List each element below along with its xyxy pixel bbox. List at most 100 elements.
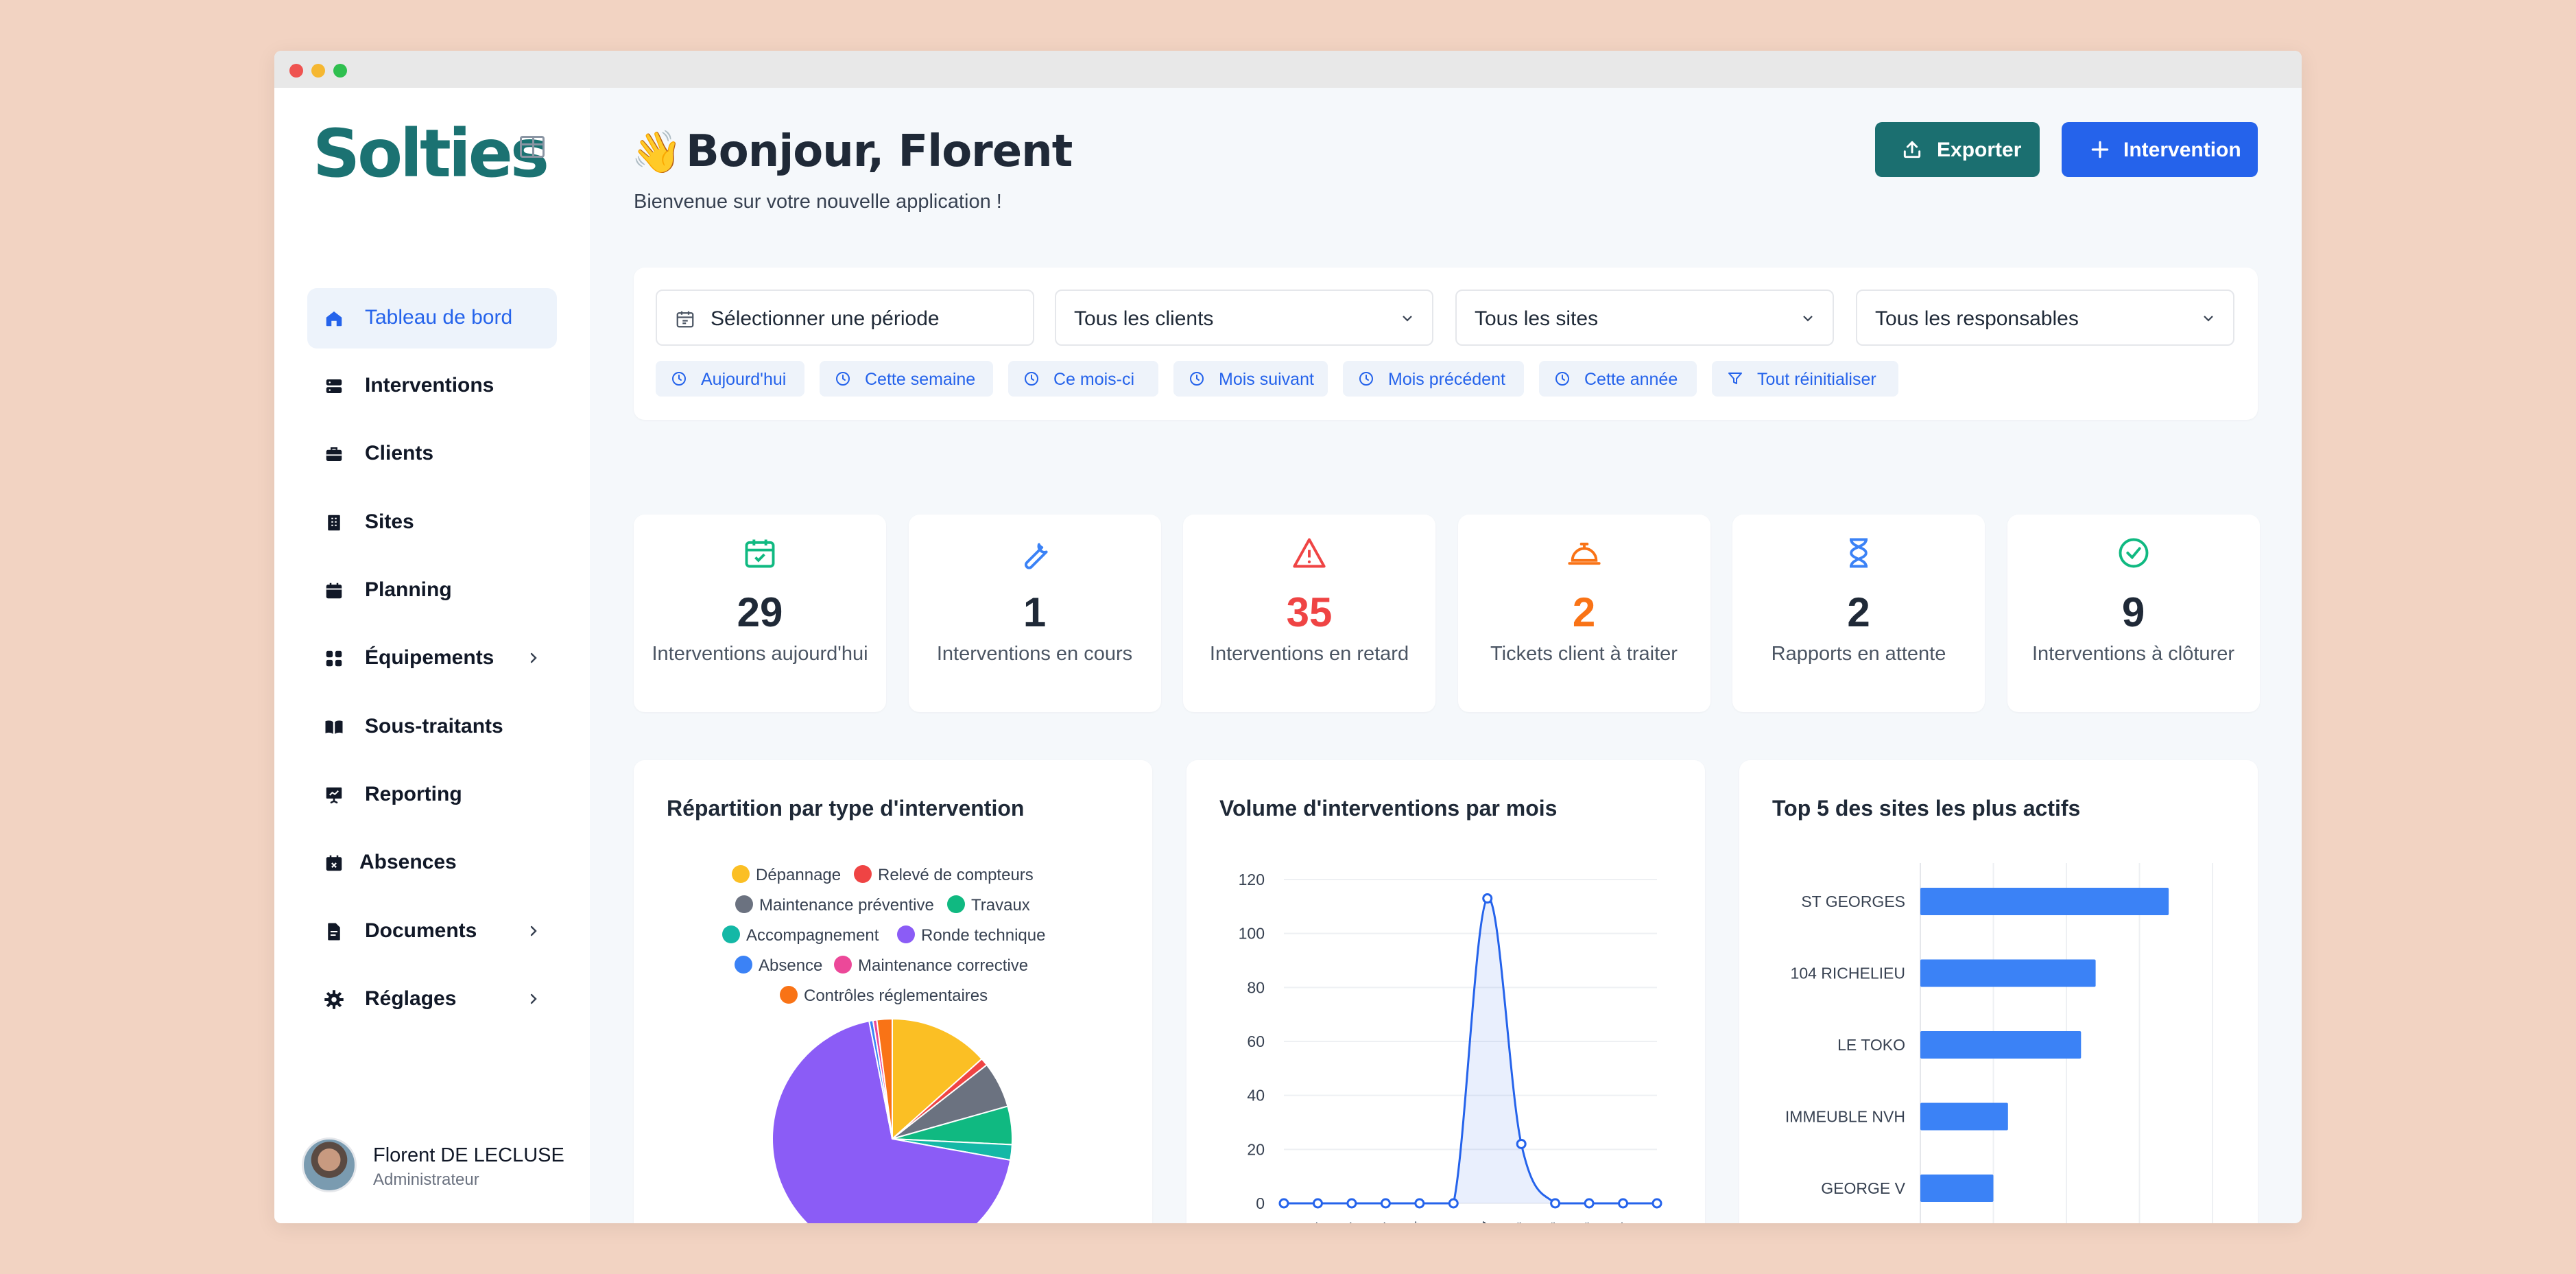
sidebar-item-label: Interventions xyxy=(365,374,494,397)
data-point[interactable] xyxy=(1380,1198,1391,1209)
clock-icon xyxy=(1025,372,1038,386)
chip-1[interactable]: Cette semaine xyxy=(820,361,993,397)
x-tick-label: Jan xyxy=(1264,1219,1292,1223)
legend-label: Ronde technique xyxy=(921,926,1045,945)
chip-6[interactable]: Tout réinitialiser xyxy=(1712,361,1898,397)
legend-label: Maintenance préventive xyxy=(759,896,934,915)
chip-label: Tout réinitialiser xyxy=(1757,370,1876,389)
sidebar-item-label: Absences xyxy=(359,851,457,873)
stat-card[interactable]: 35 Interventions en retard xyxy=(1183,515,1435,712)
data-point[interactable] xyxy=(1278,1198,1289,1209)
legend-swatch xyxy=(732,865,750,883)
sidebar-item-calendar-x[interactable]: Absences xyxy=(307,833,557,893)
bar[interactable] xyxy=(1920,888,2169,915)
x-tick-label: Juil xyxy=(1468,1219,1495,1223)
sidebar-item-server[interactable]: Interventions xyxy=(307,356,557,416)
bar[interactable] xyxy=(1920,1175,1994,1202)
stat-value: 35 xyxy=(1286,589,1333,635)
legend-swatch xyxy=(897,925,915,943)
data-point[interactable] xyxy=(1516,1138,1527,1149)
chevron-right-icon[interactable] xyxy=(525,991,542,1007)
sidebar-item-file[interactable]: Documents xyxy=(307,901,557,962)
sidebar: Solties Tableau de bord Interventions Clie… xyxy=(274,88,590,1223)
clients-select-value: Tous les clients xyxy=(1074,307,1214,330)
stat-card[interactable]: 9 Interventions à clôturer xyxy=(2007,515,2260,712)
chevron-right-icon[interactable] xyxy=(525,650,542,666)
sidebar-item-label: Sites xyxy=(365,510,414,533)
bar-chart-card: Top 5 des sites les plus actifs 05101520… xyxy=(1739,760,2258,1223)
sidebar-item-book[interactable]: Sous-traitants xyxy=(307,697,557,757)
legend-swatch xyxy=(722,925,740,943)
data-point[interactable] xyxy=(1346,1198,1357,1209)
sidebar-item-label: Planning xyxy=(365,578,452,601)
stat-label: Interventions à clôturer xyxy=(2032,643,2234,665)
data-point[interactable] xyxy=(1482,893,1493,904)
minimize-window-dot[interactable] xyxy=(311,64,325,78)
sites-select[interactable]: Tous les sites xyxy=(1455,290,1834,346)
y-tick-label: 120 xyxy=(1239,871,1265,888)
stat-label: Interventions en retard xyxy=(1209,643,1409,665)
sidebar-item-home[interactable]: Tableau de bord xyxy=(307,288,557,349)
sidebar-toggle-icon[interactable] xyxy=(520,136,545,158)
data-point[interactable] xyxy=(1312,1198,1323,1209)
chip-4[interactable]: Mois précédent xyxy=(1343,361,1524,397)
bar[interactable] xyxy=(1920,1031,2082,1059)
export-button[interactable]: Exporter xyxy=(1875,122,2040,177)
avatar[interactable] xyxy=(302,1137,357,1192)
calendar-icon xyxy=(326,582,342,599)
stat-card[interactable]: 29 Interventions aujourd'hui xyxy=(634,515,886,712)
app-logo[interactable]: Solties xyxy=(313,115,549,192)
main-content: 👋 Bonjour, Florent Bienvenue sur votre n… xyxy=(590,88,2302,1223)
add-intervention-button[interactable]: Intervention xyxy=(2062,122,2258,177)
sidebar-item-grid[interactable]: Équipements xyxy=(307,628,557,689)
plus-icon xyxy=(2091,141,2109,158)
sidebar-item-label: Sous-traitants xyxy=(365,715,503,738)
bar[interactable] xyxy=(1920,959,2096,987)
chip-3[interactable]: Mois suivant xyxy=(1173,361,1328,397)
stat-card[interactable]: 2 Tickets client à traiter xyxy=(1457,515,1710,712)
chevron-right-icon[interactable] xyxy=(525,923,542,939)
bar[interactable] xyxy=(1920,1102,2008,1131)
maximize-window-dot[interactable] xyxy=(333,64,347,78)
chevron-down-icon xyxy=(1403,316,1412,322)
upload-icon xyxy=(1903,141,1921,158)
data-point[interactable] xyxy=(1651,1198,1662,1209)
sidebar-item-briefcase[interactable]: Clients xyxy=(307,424,557,484)
chip-5[interactable]: Cette année xyxy=(1539,361,1697,397)
data-point[interactable] xyxy=(1414,1198,1425,1209)
sidebar-item-gear[interactable]: Réglages xyxy=(307,969,557,1030)
x-tick-label: Mar xyxy=(1331,1219,1360,1223)
data-point[interactable] xyxy=(1618,1198,1629,1209)
line-chart: 0 20 40 60 80 100 120 Jan Fév Mar Avr Mai Juin Juil Ao… xyxy=(1239,871,1665,1223)
data-point[interactable] xyxy=(1584,1198,1595,1209)
sidebar-item-presentation[interactable]: Reporting xyxy=(307,765,557,825)
sidebar-item-building[interactable]: Sites xyxy=(307,493,557,553)
chip-0[interactable]: Aujourd'hui xyxy=(656,361,804,397)
clock-icon xyxy=(1190,372,1204,386)
x-tick-label: Fév xyxy=(1298,1219,1326,1223)
server-icon xyxy=(326,379,342,393)
area-fill xyxy=(1284,897,1657,1203)
user-profile[interactable]: Florent DE LECLUSE Administrateur xyxy=(302,1137,576,1199)
chip-2[interactable]: Ce mois-ci xyxy=(1008,361,1158,397)
sidebar-item-label: Reporting xyxy=(365,783,462,805)
close-window-dot[interactable] xyxy=(289,64,303,78)
building-icon xyxy=(328,515,340,531)
legend-label: Dépannage xyxy=(756,866,841,884)
stat-card[interactable]: 2 Rapports en attente xyxy=(1732,515,1985,712)
wrench-icon xyxy=(1024,543,1048,569)
data-point[interactable] xyxy=(1448,1198,1459,1209)
hourglass-icon xyxy=(1850,538,1868,568)
clock-icon xyxy=(836,372,850,386)
sidebar-item-calendar[interactable]: Planning xyxy=(307,561,557,621)
presentation-icon xyxy=(326,787,342,804)
period-picker[interactable]: Sélectionner une période xyxy=(656,290,1034,346)
y-tick-label: IMMEUBLE NVH xyxy=(1785,1108,1905,1126)
add-intervention-label: Intervention xyxy=(2123,139,2241,161)
stat-card[interactable]: 1 Interventions en cours xyxy=(908,515,1161,712)
clients-select[interactable]: Tous les clients xyxy=(1055,290,1433,346)
y-tick-label: 104 RICHELIEU xyxy=(1791,965,1905,982)
responsables-select[interactable]: Tous les responsables xyxy=(1856,290,2234,346)
data-point[interactable] xyxy=(1550,1198,1561,1209)
chip-label: Ce mois-ci xyxy=(1053,370,1135,389)
